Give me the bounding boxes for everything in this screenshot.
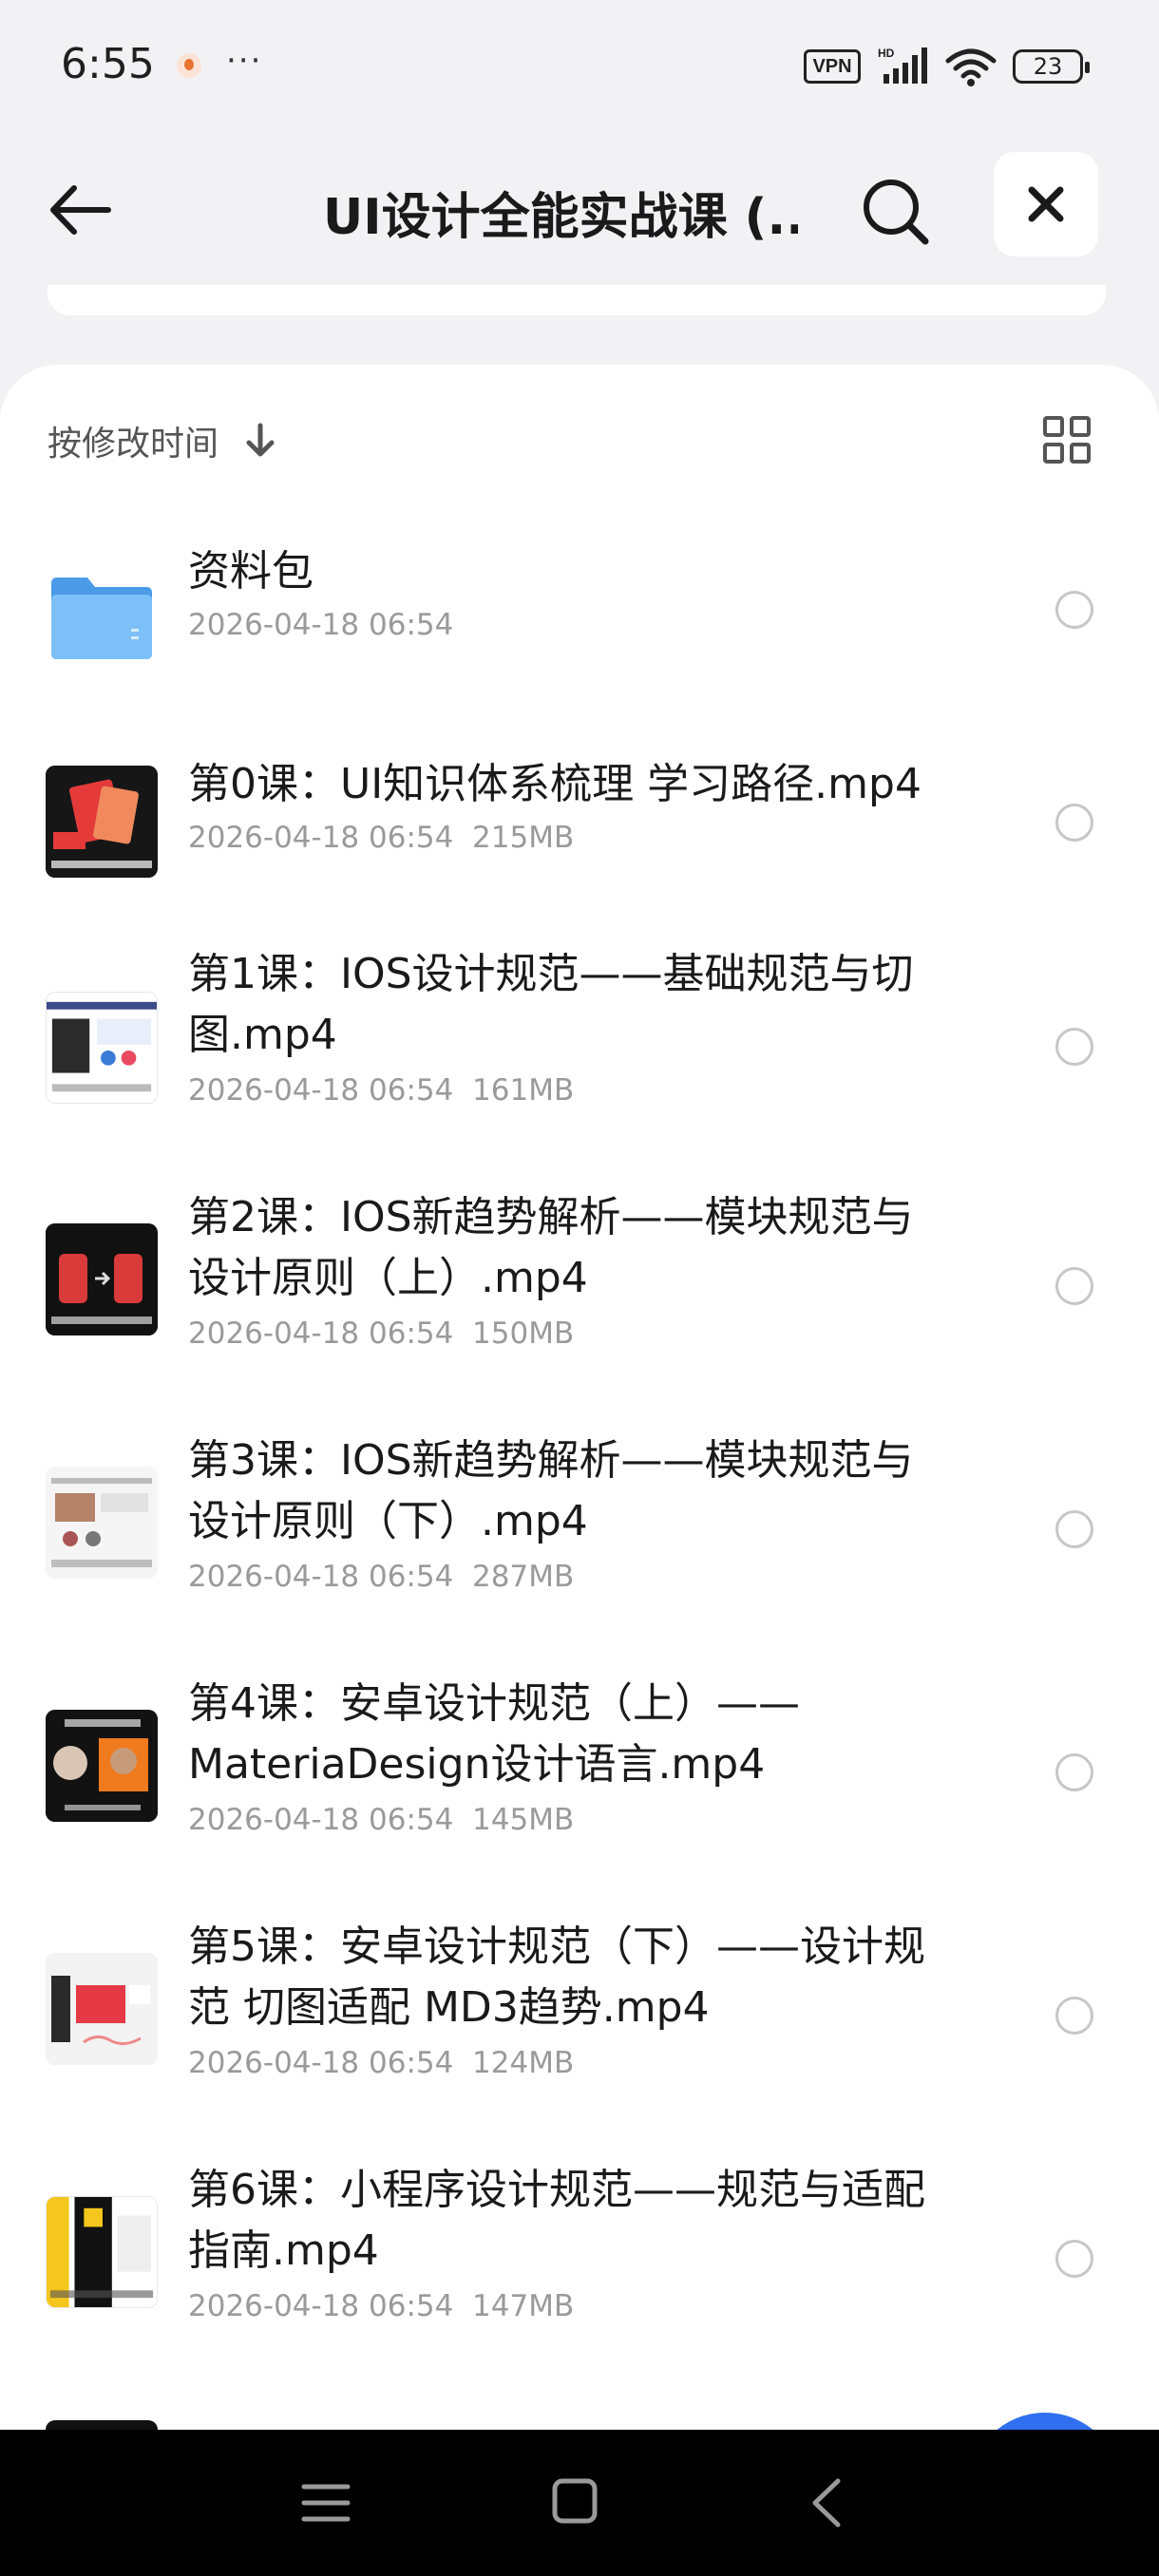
list-item-video[interactable]: 第5课：安卓设计规范（下）——设计规范 切图适配 MD3趋势.mp4 2026-… [0, 1917, 1159, 2145]
home-icon[interactable] [551, 2477, 598, 2525]
wifi-icon [945, 48, 997, 86]
select-checkbox[interactable] [1055, 804, 1093, 842]
file-name: 第3课：IOS新趋势解析——模块规范与设计原则（下）.mp4 [188, 1436, 914, 1545]
file-name: 第0课：UI知识体系梳理 学习路径.mp4 [188, 760, 922, 808]
list-item-video[interactable]: 第3课：IOS新趋势解析——模块规范与设计原则（下）.mp4 2026-04-1… [0, 1430, 1159, 1658]
video-thumbnail [46, 1223, 158, 1335]
file-name: 第1课：IOS设计规范——基础规范与切图.mp4 [188, 950, 914, 1059]
search-icon[interactable] [855, 171, 935, 251]
file-meta: 2026-04-18 06:54 [188, 608, 454, 642]
file-meta: 2026-04-18 06:54 145MB [188, 1803, 575, 1837]
list-item-video[interactable]: 第4课：安卓设计规范（上）——MateriaDesign设计语言.mp4 202… [0, 1674, 1159, 1902]
close-icon [1028, 186, 1064, 222]
sort-label: 按修改时间 [48, 425, 219, 464]
file-meta: 2026-04-18 06:54 215MB [188, 821, 575, 855]
video-thumbnail [46, 1953, 158, 2065]
list-item-folder[interactable]: 资料包 2026-04-18 06:54 [0, 507, 1159, 735]
select-checkbox[interactable] [1055, 1028, 1093, 1066]
video-thumbnail [46, 992, 158, 1104]
file-name: 第6课：小程序设计规范——规范与适配指南.mp4 [188, 2166, 925, 2275]
file-name: 第2课：IOS新趋势解析——模块规范与设计原则（上）.mp4 [188, 1193, 914, 1302]
system-navigation-bar [0, 2430, 1159, 2576]
select-checkbox[interactable] [1055, 1997, 1093, 2035]
recent-apps-icon[interactable] [300, 2479, 352, 2527]
select-checkbox[interactable] [1055, 1267, 1093, 1305]
sort-control[interactable]: 按修改时间 [48, 412, 279, 469]
app-notification-icon [177, 53, 201, 78]
back-arrow-icon[interactable] [42, 177, 118, 243]
arrow-down-icon [246, 423, 275, 457]
battery-indicator: 23 [1013, 49, 1090, 84]
page-title: UI设计全能实战课 (... [323, 189, 798, 246]
list-item-video[interactable]: 第6课：小程序设计规范——规范与适配指南.mp4 2026-04-18 06:5… [0, 2160, 1159, 2388]
close-button[interactable] [994, 152, 1098, 256]
status-time: 6:55 [61, 40, 155, 88]
more-notifications-icon: ··· [226, 42, 263, 80]
video-thumbnail [46, 2196, 158, 2308]
collapsed-panel-edge [48, 285, 1106, 315]
select-checkbox[interactable] [1055, 591, 1093, 629]
video-thumbnail [46, 1467, 158, 1579]
file-meta: 2026-04-18 06:54 147MB [188, 2289, 575, 2323]
file-list-panel: 按修改时间 资料包 2026-04-18 06:54 第0课：UI知识体系梳理 … [0, 365, 1159, 2549]
file-name: 第5课：安卓设计规范（下）——设计规范 切图适配 MD3趋势.mp4 [188, 1923, 925, 2032]
select-checkbox[interactable] [1055, 2240, 1093, 2278]
vpn-badge: VPN [804, 49, 861, 84]
file-name: 第4课：安卓设计规范（上）——MateriaDesign设计语言.mp4 [188, 1679, 800, 1789]
video-thumbnail [46, 1710, 158, 1822]
video-thumbnail [46, 766, 158, 878]
select-checkbox[interactable] [1055, 1510, 1093, 1548]
folder-icon [51, 578, 152, 659]
file-meta: 2026-04-18 06:54 161MB [188, 1073, 575, 1108]
list-item-video[interactable]: 第1课：IOS设计规范——基础规范与切图.mp4 2026-04-18 06:5… [0, 944, 1159, 1172]
status-bar: 6:55 ··· VPN HD 23 [0, 0, 1159, 133]
grid-view-icon[interactable] [1041, 414, 1092, 465]
back-icon[interactable] [808, 2477, 846, 2529]
file-meta: 2026-04-18 06:54 287MB [188, 1560, 575, 1594]
top-app-bar: UI设计全能实战课 (... [0, 142, 1159, 266]
list-item-video[interactable]: 第0课：UI知识体系梳理 学习路径.mp4 2026-04-18 06:54 2… [0, 735, 1159, 963]
file-meta: 2026-04-18 06:54 124MB [188, 2046, 575, 2080]
signal-icon: HD [878, 47, 927, 84]
file-meta: 2026-04-18 06:54 150MB [188, 1316, 575, 1351]
network-type-label: HD [878, 47, 895, 60]
file-name: 资料包 [188, 547, 314, 596]
list-item-video[interactable]: 第2课：IOS新趋势解析——模块规范与设计原则（上）.mp4 2026-04-1… [0, 1187, 1159, 1415]
select-checkbox[interactable] [1055, 1753, 1093, 1791]
